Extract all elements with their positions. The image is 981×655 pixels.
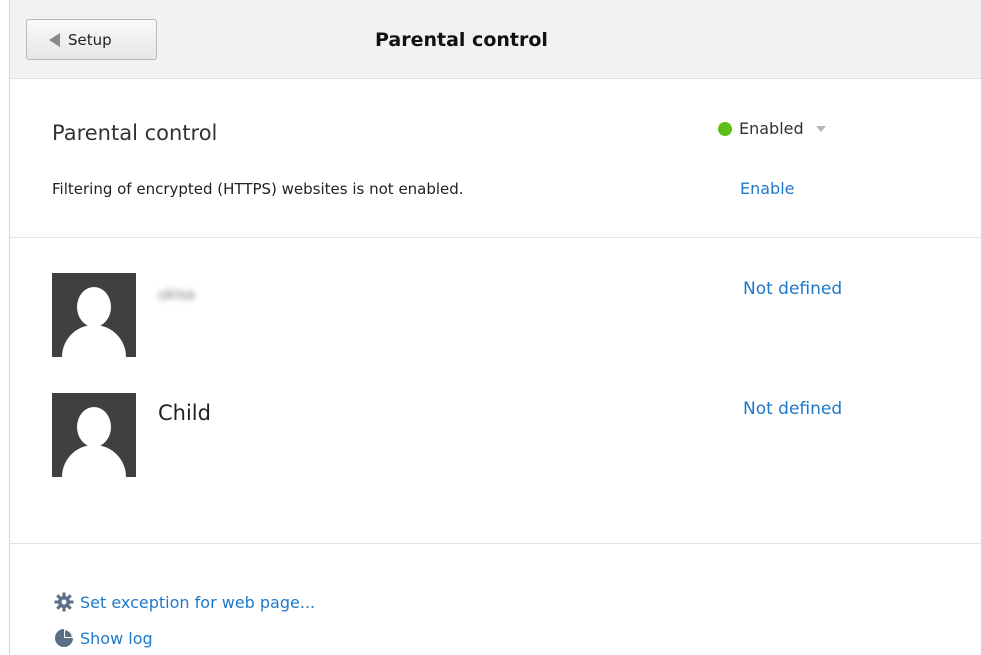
status-enabled-icon — [718, 121, 732, 136]
set-exception-label: Set exception for web page... — [80, 592, 316, 612]
user-avatar-icon — [52, 273, 136, 357]
status-dropdown[interactable]: Enabled — [718, 119, 826, 138]
user-name: ukisa — [158, 287, 195, 303]
status-label: Enabled — [739, 119, 804, 138]
back-arrow-icon — [49, 32, 60, 47]
user-name: Child — [158, 401, 211, 425]
https-filter-note: Filtering of encrypted (HTTPS) websites … — [52, 180, 464, 198]
parental-control-settings: Parental control Enabled Filtering of en… — [10, 79, 981, 238]
user-status-link[interactable]: Not defined — [743, 279, 842, 299]
user-status-link[interactable]: Not defined — [743, 399, 842, 419]
show-log-label: Show log — [80, 628, 153, 648]
divider — [10, 543, 981, 544]
page-title: Parental control — [375, 29, 548, 51]
header-bar: Setup Parental control — [10, 0, 981, 79]
parental-control-panel: Setup Parental control Parental control … — [9, 0, 981, 655]
gear-icon — [54, 592, 74, 612]
feature-label: Parental control — [52, 121, 218, 145]
user-row[interactable]: Child Not defined — [10, 393, 981, 483]
back-button-label: Setup — [68, 30, 112, 49]
user-avatar-icon — [52, 393, 136, 477]
chevron-down-icon — [815, 125, 826, 132]
user-row[interactable]: ukisa Not defined — [10, 273, 981, 363]
pie-chart-icon — [55, 629, 73, 647]
enable-https-link[interactable]: Enable — [740, 179, 795, 198]
set-exception-link[interactable]: Set exception for web page... — [54, 592, 315, 612]
show-log-link[interactable]: Show log — [54, 628, 153, 648]
back-setup-button[interactable]: Setup — [26, 19, 157, 60]
